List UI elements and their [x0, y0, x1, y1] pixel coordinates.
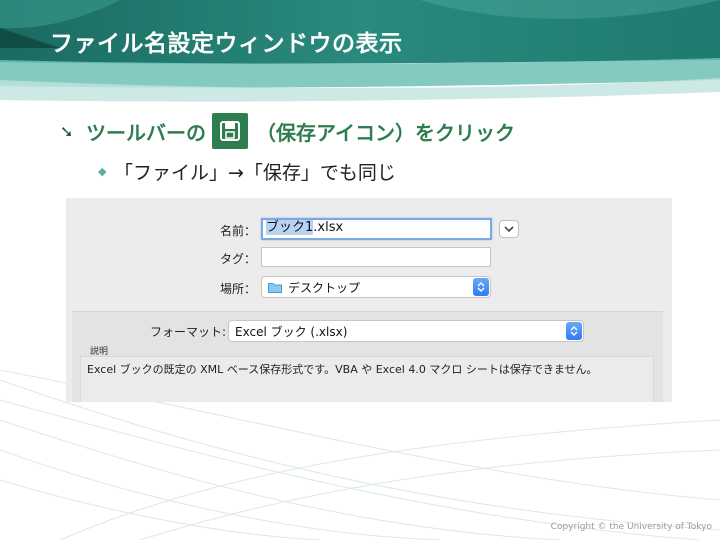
- folder-icon: [268, 282, 282, 293]
- location-select[interactable]: デスクトップ: [261, 276, 491, 298]
- bullet1-text-after: （保存アイコン）をクリック: [256, 120, 515, 145]
- save-icon[interactable]: [212, 113, 248, 149]
- format-label: フォーマット:: [149, 325, 226, 339]
- diamond-bullet-icon: ◆: [98, 165, 107, 178]
- name-label: 名前：: [219, 224, 256, 238]
- description-box: Excel ブックの既定の XML ベース保存形式です。VBA や Excel …: [80, 356, 654, 402]
- bullet1-text-before: ツールバーの: [86, 120, 206, 145]
- stepper-icon: [473, 278, 489, 296]
- bullet2-text: 「ファイル」→「保存」でも同じ: [114, 162, 396, 184]
- location-value: デスクトップ: [288, 280, 361, 295]
- expand-dialog-button[interactable]: [499, 220, 519, 238]
- stepper-icon: [566, 322, 582, 340]
- description-text: Excel ブックの既定の XML ベース保存形式です。VBA や Excel …: [87, 363, 598, 376]
- bullet-file-save: ◆ 「ファイル」→「保存」でも同じ: [98, 158, 396, 185]
- arrow-bullet-icon: ➘: [60, 121, 74, 141]
- copyright-text: Copyright © the University of Tokyo: [550, 522, 712, 532]
- format-select[interactable]: Excel ブック (.xlsx): [228, 320, 584, 342]
- bullet-toolbar-save: ➘ ツールバーの （保存アイコン）をクリック: [60, 112, 515, 150]
- save-dialog: 名前： ブック1.xlsx タグ： 場所： デスクトップ フォーマット: Exc…: [66, 198, 672, 402]
- tag-label: タグ：: [219, 252, 256, 266]
- tag-input[interactable]: [261, 247, 491, 267]
- filename-selected-text: ブック1: [266, 220, 314, 235]
- options-panel: フォーマット: Excel ブック (.xlsx) 説明 Excel ブックの既…: [72, 311, 663, 402]
- format-value: Excel ブック (.xlsx): [235, 324, 348, 339]
- chevron-down-icon: [504, 226, 514, 233]
- filename-input[interactable]: ブック1.xlsx: [261, 218, 492, 240]
- location-label: 場所：: [219, 282, 256, 296]
- slide-title: ファイル名設定ウィンドウの表示: [50, 31, 403, 57]
- filename-extension: .xlsx: [313, 220, 344, 235]
